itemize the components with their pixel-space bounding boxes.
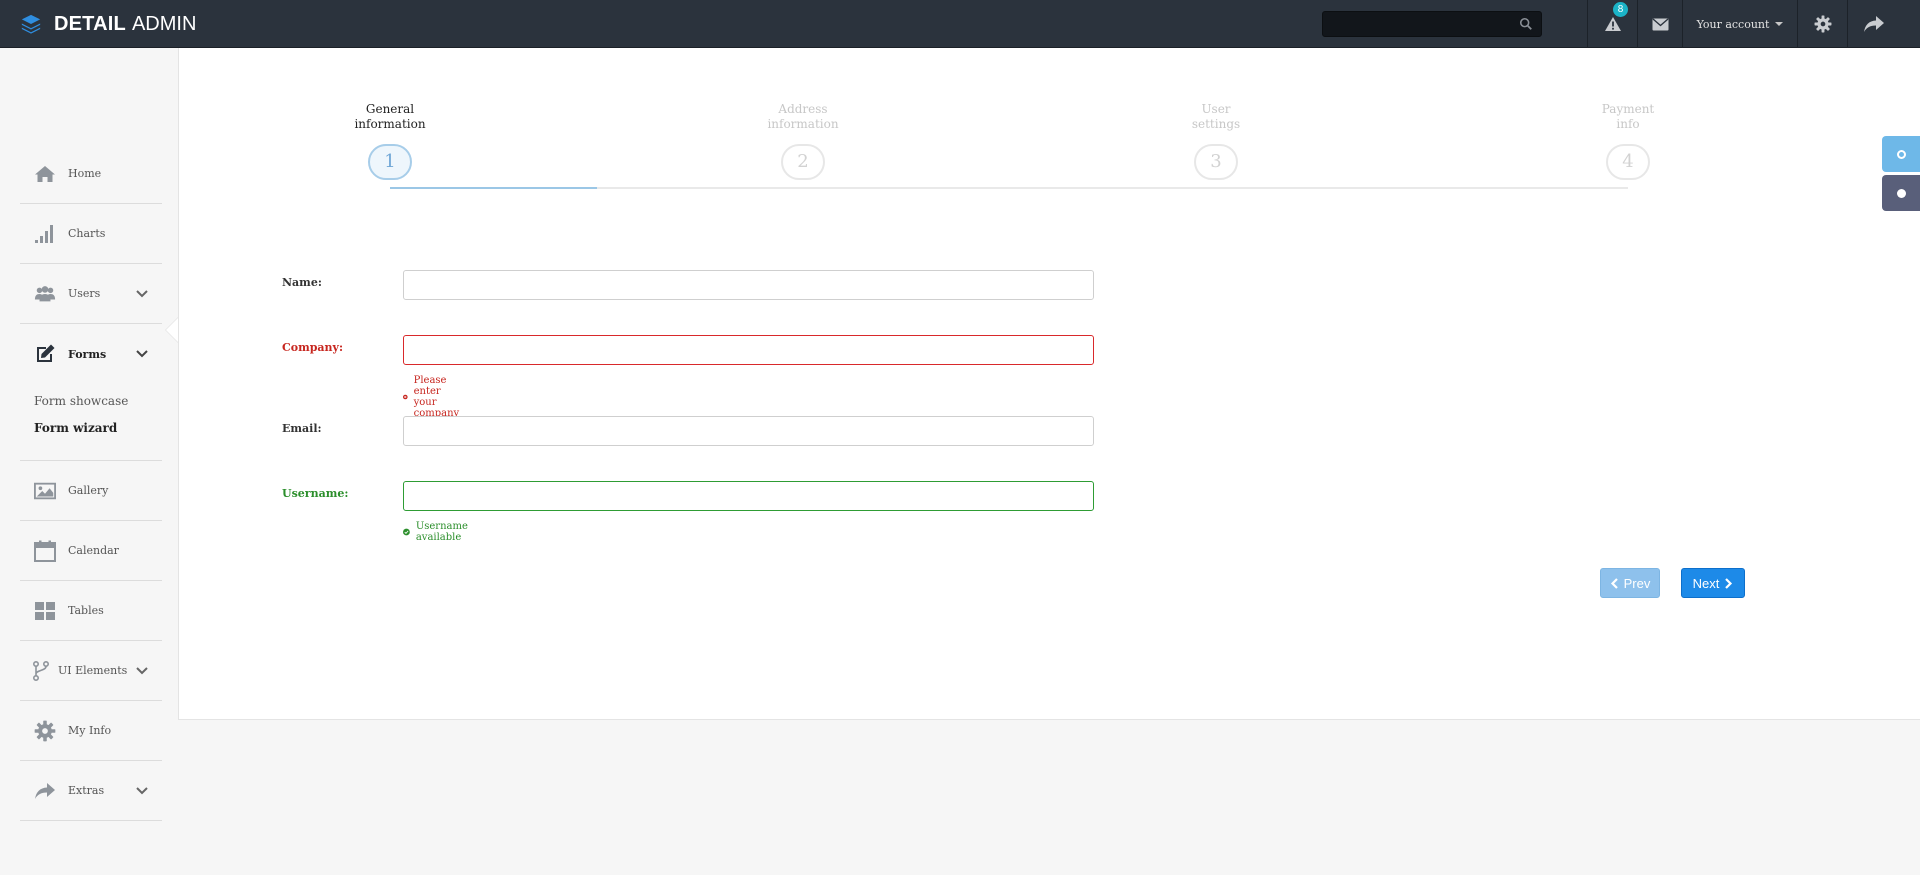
wizard-step-1[interactable]: General information 1 — [330, 102, 450, 180]
home-icon — [35, 165, 55, 182]
tables-icon — [35, 601, 55, 620]
main-content: General information 1 Address informatio… — [178, 48, 1920, 720]
sidebar-item-label: Tables — [68, 604, 104, 617]
sidebar-item-home[interactable]: Home — [20, 144, 162, 204]
email-field[interactable] — [403, 416, 1094, 446]
edit-icon — [37, 344, 55, 362]
company-label: Company: — [282, 341, 343, 354]
username-label: Username: — [282, 487, 349, 500]
name-label: Name: — [282, 276, 322, 289]
sidebar: Home Charts Users Forms Form showcase Fo… — [0, 48, 178, 875]
sidebar-item-label: Users — [68, 287, 101, 300]
step-number: 2 — [781, 144, 825, 180]
messages-button[interactable] — [1637, 0, 1682, 48]
username-success-text: Username available — [415, 521, 468, 543]
sidebar-item-users[interactable]: Users — [20, 264, 162, 324]
active-pointer — [166, 318, 178, 342]
wizard-step-2[interactable]: Address information 2 — [743, 102, 863, 180]
wizard-step-4[interactable]: Payment info 4 — [1568, 102, 1688, 180]
sidebar-item-label: My Info — [68, 724, 112, 737]
share-icon — [35, 782, 55, 799]
dark-theme-button[interactable] — [1882, 175, 1920, 211]
step-number: 4 — [1606, 144, 1650, 180]
step-label: General information — [354, 102, 426, 131]
step-number: 3 — [1194, 144, 1238, 180]
submenu-item-form-wizard[interactable]: Form wizard — [34, 415, 162, 442]
share-arrow-icon — [1863, 16, 1884, 32]
top-bar: DETAIL ADMIN 8 Your account — [0, 0, 1920, 48]
wizard-progress — [390, 187, 597, 189]
prev-label: Prev — [1623, 575, 1651, 591]
email-label: Email: — [282, 422, 322, 435]
submenu-item-form-showcase[interactable]: Form showcase — [34, 388, 162, 415]
username-field[interactable] — [403, 481, 1094, 511]
sidebar-item-my-info[interactable]: My Info — [20, 701, 162, 761]
wizard-step-3[interactable]: User settings 3 — [1156, 102, 1276, 180]
sidebar-item-calendar[interactable]: Calendar — [20, 521, 162, 581]
brand-name-bold: DETAIL — [54, 12, 126, 35]
sidebar-item-label: Home — [68, 167, 102, 180]
caret-down-icon — [1775, 22, 1784, 26]
calendar-icon — [34, 540, 56, 562]
step-label: Address information — [767, 102, 839, 131]
username-success-message: Username available — [403, 521, 473, 543]
next-label: Next — [1692, 575, 1720, 591]
chevron-down-icon — [136, 350, 148, 358]
sidebar-item-extras[interactable]: Extras — [20, 761, 162, 821]
gear-icon — [1814, 15, 1831, 33]
picture-icon — [34, 482, 56, 499]
brand-logo[interactable]: DETAIL ADMIN — [20, 0, 196, 48]
sidebar-item-forms[interactable]: Forms — [20, 324, 162, 384]
fork-icon — [32, 660, 50, 681]
gear-icon — [34, 720, 56, 741]
search-icon[interactable] — [1519, 17, 1533, 31]
alerts-count-badge: 8 — [1613, 2, 1628, 17]
sidebar-item-label: UI Elements — [58, 664, 128, 677]
sidebar-item-ui-elements[interactable]: UI Elements — [20, 641, 162, 701]
settings-button[interactable] — [1797, 0, 1847, 48]
search-box — [1322, 11, 1542, 37]
search-input[interactable] — [1323, 12, 1513, 36]
alerts-button[interactable]: 8 — [1587, 0, 1637, 48]
sidebar-item-tables[interactable]: Tables — [20, 581, 162, 641]
brand-name-light: ADMIN — [131, 12, 197, 35]
logout-button[interactable] — [1847, 0, 1899, 48]
step-number: 1 — [368, 144, 412, 180]
check-circle-icon — [403, 528, 410, 536]
warning-icon — [1604, 17, 1621, 31]
prev-button[interactable]: Prev — [1600, 568, 1660, 598]
sidebar-item-label: Calendar — [68, 544, 119, 557]
envelope-icon — [1652, 17, 1668, 30]
filled-dot-icon — [1896, 188, 1906, 198]
sidebar-item-label: Forms — [68, 347, 107, 361]
forms-submenu: Form showcase Form wizard — [20, 384, 162, 461]
company-error-text: Please enter your company — [413, 375, 460, 419]
layers-icon — [21, 14, 41, 34]
step-label: User settings — [1191, 102, 1241, 131]
sidebar-item-label: Extras — [68, 784, 105, 797]
users-icon — [34, 285, 56, 301]
light-theme-button[interactable] — [1882, 136, 1920, 172]
next-button[interactable]: Next — [1681, 568, 1745, 598]
chevron-down-icon — [136, 786, 148, 794]
theme-switcher — [1882, 136, 1920, 214]
account-label: Your account — [1696, 17, 1770, 31]
sidebar-item-charts[interactable]: Charts — [20, 204, 162, 264]
ring-dot-icon — [1896, 149, 1906, 159]
chevron-right-icon — [1725, 577, 1733, 589]
chevron-left-icon — [1610, 577, 1618, 589]
chevron-down-icon — [136, 666, 148, 674]
sidebar-nav: Home Charts Users Forms Form showcase Fo… — [20, 144, 162, 821]
sidebar-item-gallery[interactable]: Gallery — [20, 461, 162, 521]
sidebar-item-label: Gallery — [68, 484, 109, 497]
error-circle-icon — [403, 394, 408, 400]
step-label: Payment info — [1601, 102, 1655, 131]
name-field[interactable] — [403, 270, 1094, 300]
bar-chart-icon — [35, 224, 53, 243]
sidebar-item-label: Charts — [68, 227, 106, 240]
company-field[interactable] — [403, 335, 1094, 365]
account-menu[interactable]: Your account — [1682, 0, 1797, 48]
chevron-down-icon — [136, 289, 148, 297]
company-error-message: Please enter your company — [403, 375, 467, 419]
